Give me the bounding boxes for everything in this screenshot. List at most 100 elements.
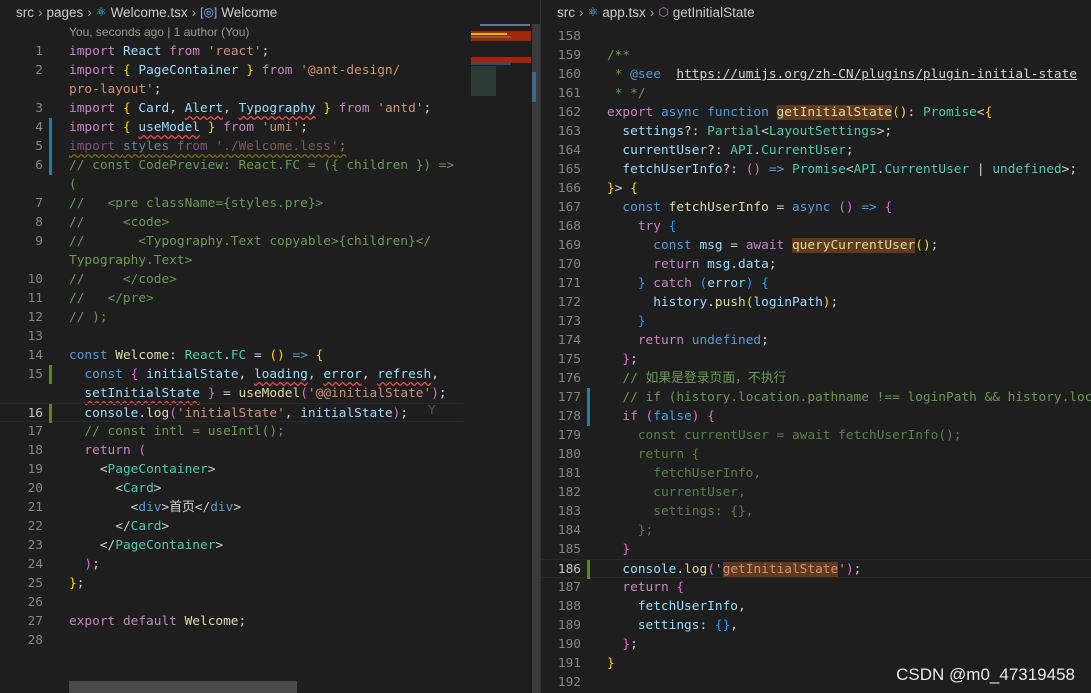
code-line[interactable]: 174 return undefined; — [541, 331, 1091, 350]
git-change-marker[interactable] — [49, 137, 52, 156]
git-change-marker[interactable] — [587, 560, 590, 579]
breadcrumb-symbol[interactable]: getInitialState — [673, 5, 755, 20]
code-token: </ — [194, 500, 211, 515]
code-line[interactable]: 179 const currentUser = await fetchUserI… — [541, 426, 1091, 445]
code-token: < — [976, 105, 985, 120]
minimap[interactable] — [463, 24, 540, 693]
code-line[interactable]: 165 fetchUserInfo?: () => Promise<API.Cu… — [541, 160, 1091, 179]
code-line[interactable]: 160 * @see https://umijs.org/zh-CN/plugi… — [541, 65, 1091, 84]
breadcrumb-file[interactable]: Welcome.tsx — [111, 5, 188, 20]
git-change-marker[interactable] — [49, 118, 52, 137]
code-line[interactable]: 1 import React from 'react'; — [0, 42, 463, 61]
codelens-authors[interactable]: You, seconds ago | 1 author (You) — [69, 24, 249, 41]
horizontal-scrollbar[interactable] — [69, 681, 297, 693]
code-line[interactable]: 9 // <Typography.Text copyable>{children}… — [0, 232, 463, 251]
code-line[interactable]: 167 const fetchUserInfo = async () => { — [541, 198, 1091, 217]
code-line[interactable]: pro-layout'; — [0, 80, 463, 99]
code-line[interactable]: 12 // ); — [0, 308, 463, 327]
git-change-marker[interactable] — [49, 404, 52, 423]
minimap-slider[interactable] — [532, 24, 540, 693]
git-change-marker[interactable] — [587, 407, 590, 426]
code-line[interactable]: 18 return ( — [0, 441, 463, 460]
code-text: const currentUser = await fetchUserInfo(… — [607, 426, 962, 445]
code-area[interactable]: 1 import React from 'react'; 2 import { Pag… — [0, 42, 463, 650]
code-line[interactable]: 13 — [0, 327, 463, 346]
code-line[interactable]: 15 const { initialState, loading, error,… — [0, 365, 463, 384]
code-line[interactable]: 170 return msg.data; — [541, 255, 1091, 274]
code-line[interactable]: Typography.Text> — [0, 251, 463, 270]
code-line[interactable]: 182 currentUser, — [541, 483, 1091, 502]
git-change-marker[interactable] — [587, 388, 590, 407]
code-line[interactable]: 172 history.push(loginPath); — [541, 293, 1091, 312]
breadcrumb-symbol[interactable]: Welcome — [221, 5, 277, 20]
code-line[interactable]: 17 // const intl = useIntl(); — [0, 422, 463, 441]
code-line[interactable]: 180 return { — [541, 445, 1091, 464]
editor-pane-welcome[interactable]: src › pages › ⚛ Welcome.tsx › [◎] Welcom… — [0, 0, 540, 693]
breadcrumb-src[interactable]: src — [557, 5, 575, 20]
code-line[interactable]: 11 // </pre> — [0, 289, 463, 308]
code-line[interactable]: 24 ); — [0, 555, 463, 574]
code-line[interactable]: 181 fetchUserInfo, — [541, 464, 1091, 483]
code-line[interactable]: 161 * */ — [541, 84, 1091, 103]
code-line[interactable]: 189 settings: {}, — [541, 616, 1091, 635]
breadcrumb-src[interactable]: src — [16, 5, 34, 20]
code-token: import — [69, 139, 123, 154]
code-line[interactable]: 159 /** — [541, 46, 1091, 65]
code-line[interactable]: 5 import styles from './Welcome.less'; — [0, 137, 463, 156]
code-line[interactable]: 169 const msg = await queryCurrentUser()… — [541, 236, 1091, 255]
code-line[interactable]: 3 import { Card, Alert, Typography } from… — [0, 99, 463, 118]
code-line[interactable]: 164 currentUser?: API.CurrentUser; — [541, 141, 1091, 160]
code-line[interactable]: 185 } — [541, 540, 1091, 559]
code-line[interactable]: 175 }; — [541, 350, 1091, 369]
line-number: 21 — [27, 500, 43, 515]
code-line[interactable]: 4 import { useModel } from 'umi'; — [0, 118, 463, 137]
code-line[interactable]: 23 </PageContainer> — [0, 536, 463, 555]
current-line[interactable]: 16 console.log('initialState', initialSt… — [0, 403, 463, 423]
code-line[interactable]: 27 export default Welcome; — [0, 612, 463, 631]
code-line[interactable]: 22 </Card> — [0, 517, 463, 536]
code-line[interactable]: 188 fetchUserInfo, — [541, 597, 1091, 616]
code-line[interactable]: 177 // if (history.location.pathname !==… — [541, 388, 1091, 407]
code-line[interactable]: 168 try { — [541, 217, 1091, 236]
code-line[interactable]: 173 } — [541, 312, 1091, 331]
code-line[interactable]: 21 <div>首页</div> — [0, 498, 463, 517]
code-line[interactable]: 187 return { — [541, 578, 1091, 597]
code-text: }; — [607, 635, 637, 654]
code-line[interactable]: 26 — [0, 593, 463, 612]
git-change-marker[interactable] — [49, 156, 52, 175]
code-line[interactable]: 20 <Card> — [0, 479, 463, 498]
editor-pane-app[interactable]: src › ⚛ app.tsx › ⬡ getInitialState 158 1… — [540, 0, 1091, 693]
code-line[interactable]: 163 settings?: Partial<LayoutSettings>; — [541, 122, 1091, 141]
code-token: setInitialState — [84, 386, 200, 401]
code-line[interactable]: 158 — [541, 27, 1091, 46]
code-line[interactable]: 162 export async function getInitialState… — [541, 103, 1091, 122]
code-line[interactable]: ( — [0, 175, 463, 194]
code-text: // if (history.location.pathname !== log… — [607, 388, 1091, 407]
code-line[interactable]: 183 settings: {}, — [541, 502, 1091, 521]
code-line[interactable]: 178 if (false) { — [541, 407, 1091, 426]
code-line[interactable]: 14 const Welcome: React.FC = () => { — [0, 346, 463, 365]
code-line[interactable]: 8 // <code> — [0, 213, 463, 232]
breadcrumb-file[interactable]: app.tsx — [602, 5, 646, 20]
code-line[interactable]: 25}; — [0, 574, 463, 593]
code-line[interactable]: 7 // <pre className={styles.pre}> — [0, 194, 463, 213]
code-line[interactable]: 171 } catch (error) { — [541, 274, 1091, 293]
line-number: 184 — [557, 523, 581, 538]
code-token: { — [676, 580, 685, 595]
code-line[interactable]: 28 — [0, 631, 463, 650]
code-line[interactable]: 10 // </code> — [0, 270, 463, 289]
code-token: getInitialState — [776, 105, 893, 120]
git-change-marker[interactable] — [49, 365, 52, 384]
code-line[interactable]: 176 // 如果是登录页面，不执行 — [541, 369, 1091, 388]
code-line[interactable]: 2 import { PageContainer } from '@ant-des… — [0, 61, 463, 80]
code-line[interactable]: setInitialState } = useModel('@@initialS… — [0, 384, 463, 403]
code-area[interactable]: 158 159 /** 160 * @see https://umijs.org/zh… — [541, 27, 1091, 692]
current-line[interactable]: 186 console.log('getInitialState'); — [541, 559, 1091, 579]
code-line[interactable]: 6 // const CodePreview: React.FC = ({ chi… — [0, 156, 463, 175]
code-line[interactable]: 190 }; — [541, 635, 1091, 654]
code-line[interactable]: 184 }; — [541, 521, 1091, 540]
code-line[interactable]: 166}> { — [541, 179, 1091, 198]
code-line[interactable]: 19 <PageContainer> — [0, 460, 463, 479]
breadcrumb-pages[interactable]: pages — [47, 5, 84, 20]
